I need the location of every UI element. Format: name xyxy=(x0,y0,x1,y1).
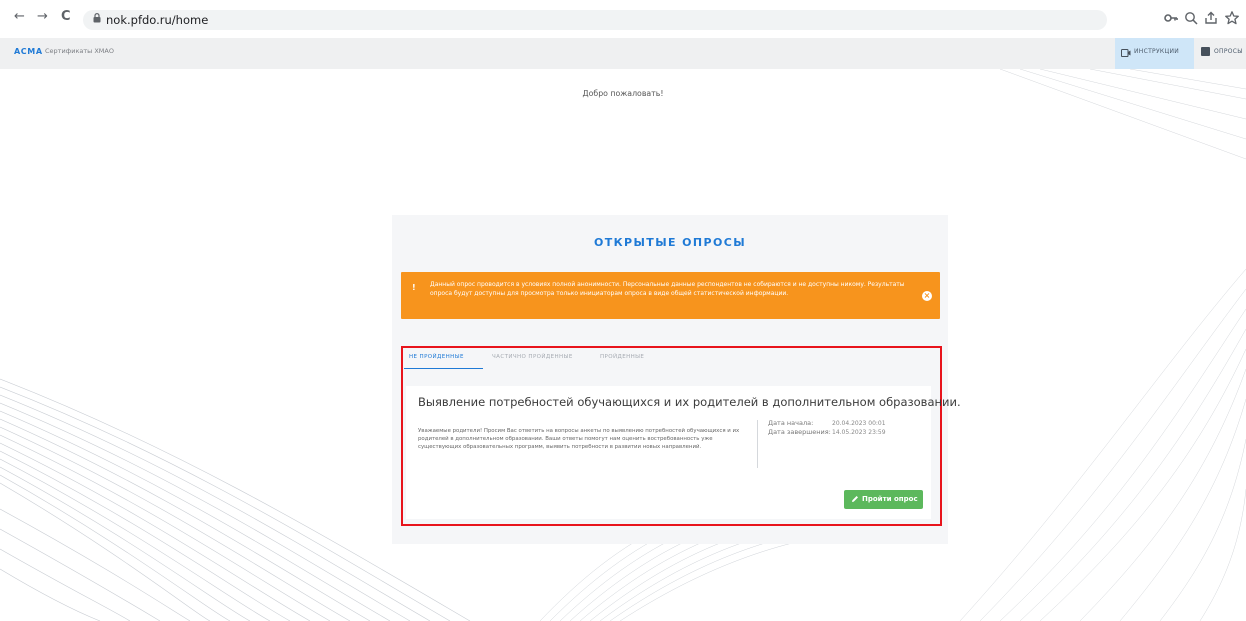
active-tab-indicator xyxy=(404,368,483,369)
forward-button[interactable]: → xyxy=(37,9,48,25)
start-survey-label[interactable]: Пройти опрос xyxy=(862,490,918,509)
surveys-label[interactable]: ОПРОСЫ xyxy=(1214,48,1243,55)
tab-completed[interactable]: ПРОЙДЕННЫЕ xyxy=(600,354,644,360)
start-date-value: 20.04.2023 00:01 xyxy=(832,420,886,427)
key-icon[interactable] xyxy=(1163,10,1179,26)
instructions-label[interactable]: ИНСТРУКЦИИ xyxy=(1134,48,1179,55)
end-date-label: Дата завершения: xyxy=(768,428,831,436)
brand-logo[interactable]: АСМА xyxy=(14,47,43,56)
start-survey-button[interactable]: Пройти опрос xyxy=(844,490,923,509)
alert-warning-icon: ! xyxy=(412,283,416,292)
certificates-link[interactable]: Сертификаты ХМАО xyxy=(45,47,114,55)
app-header xyxy=(0,38,1246,69)
tab-partially-completed[interactable]: ЧАСТИЧНО ПРОЙДЕННЫЕ xyxy=(492,354,573,360)
survey-description: Уважаемые родители! Просим Вас ответить … xyxy=(418,428,740,450)
pencil-icon xyxy=(852,496,858,502)
url-text: nok.pfdo.ru/home xyxy=(106,13,209,27)
chart-icon[interactable] xyxy=(1201,47,1210,56)
open-surveys-title: ОТКРЫТЫЕ ОПРОСЫ xyxy=(594,236,746,249)
lock-icon xyxy=(93,13,101,23)
welcome-message: Добро пожаловать! xyxy=(582,89,664,98)
share-icon[interactable] xyxy=(1203,10,1219,26)
alert-text: Данный опрос проводится в условиях полно… xyxy=(430,281,905,297)
survey-title: Выявление потребностей обучающихся и их … xyxy=(418,395,961,409)
survey-divider xyxy=(757,420,758,468)
bookmark-star-icon[interactable] xyxy=(1224,10,1240,26)
back-button[interactable]: ← xyxy=(14,9,25,25)
video-icon xyxy=(1121,49,1131,57)
page: ← → C nok.pfdo.ru/home АСМА Сертификаты … xyxy=(0,0,1246,621)
zoom-icon[interactable] xyxy=(1183,10,1199,26)
start-date-label: Дата начала: xyxy=(768,419,814,427)
tab-not-completed[interactable]: НЕ ПРОЙДЕННЫЕ xyxy=(409,354,464,360)
address-bar[interactable] xyxy=(83,10,1107,30)
reload-button[interactable]: C xyxy=(61,9,71,25)
close-icon[interactable]: × xyxy=(922,291,932,301)
end-date-value: 14.05.2023 23:59 xyxy=(832,429,886,436)
